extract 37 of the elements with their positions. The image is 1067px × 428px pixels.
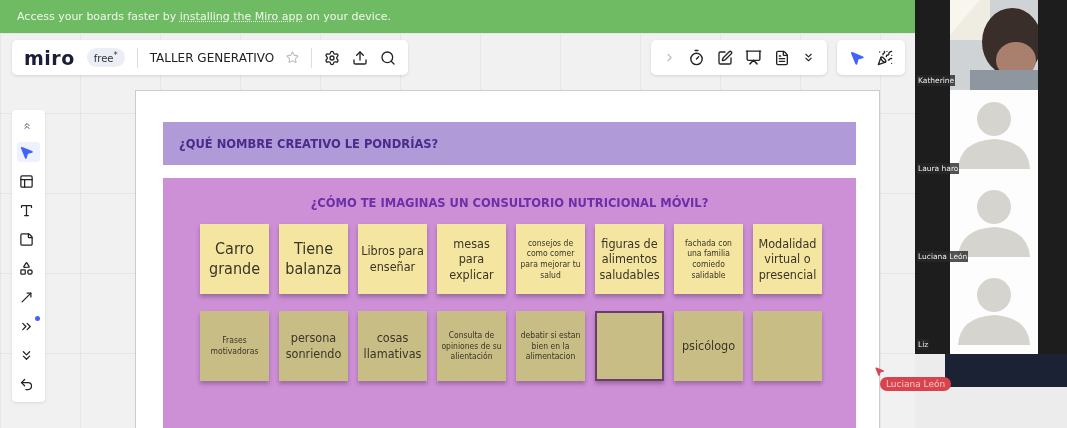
sticky-note[interactable]: Consulta de opiniones de su alientación	[437, 311, 506, 381]
board-title[interactable]: TALLER GENERATIVO	[149, 50, 275, 65]
cursor-name: Luciana León	[880, 377, 952, 391]
cursor-icon	[874, 366, 885, 377]
search-icon[interactable]	[380, 49, 397, 66]
sticky-note[interactable]: Libros para enseñar	[358, 224, 427, 294]
sticky-note[interactable]: consejos de como comer para mejorar tu salud	[516, 224, 585, 294]
avatar-icon	[956, 99, 1032, 169]
sticky-note[interactable]: fachada con una familia comiedo salidable	[674, 224, 743, 294]
sticky-note[interactable]: figuras de alimentos saludables	[595, 224, 664, 294]
sticky-note[interactable]: Tiene balanza	[279, 224, 348, 294]
presentation-icon[interactable]	[745, 49, 762, 66]
section-title: ¿CÓMO TE IMAGINAS UN CONSULTORIO NUTRICIONAL MÓVIL?	[309, 196, 710, 210]
question-title: ¿QUÉ NOMBRE CREATIVO LE PONDRÍAS?	[179, 136, 439, 151]
sticky-note[interactable]: Frases motivadoras	[200, 311, 269, 381]
timer-icon[interactable]	[688, 49, 705, 66]
upload-icon[interactable]	[352, 49, 369, 66]
sticky-note[interactable]: cosas llamativas	[358, 311, 427, 381]
star-icon[interactable]	[286, 51, 300, 64]
sticky-note[interactable]: persona sonriendo	[279, 311, 348, 381]
avatar-icon	[956, 275, 1032, 345]
select-icon[interactable]	[17, 142, 40, 162]
settings-icon[interactable]	[324, 49, 341, 66]
more-icon[interactable]	[802, 51, 815, 64]
notes-icon[interactable]	[774, 49, 790, 66]
banner-text: Access your boards faster by installing the Miro app on your device.	[17, 10, 392, 23]
sticky-note[interactable]: mesas para explicar	[437, 224, 506, 294]
sticky-note[interactable]	[595, 311, 664, 381]
card-icon[interactable]	[717, 49, 733, 66]
party-popper-icon[interactable]	[877, 49, 893, 66]
sticky-note[interactable]: debatir si estan bien en la alimentacion	[516, 311, 585, 381]
sticky-note[interactable]: psicólogo	[674, 311, 743, 381]
miro-logo[interactable]: miro	[24, 46, 75, 69]
pointer-icon[interactable]	[849, 49, 865, 66]
sticky-note[interactable]: Carro grande	[200, 224, 269, 294]
sticky-note[interactable]: Modalidad virtual o presencial	[753, 224, 822, 294]
plan-badge: free$^{*}$	[86, 48, 125, 67]
